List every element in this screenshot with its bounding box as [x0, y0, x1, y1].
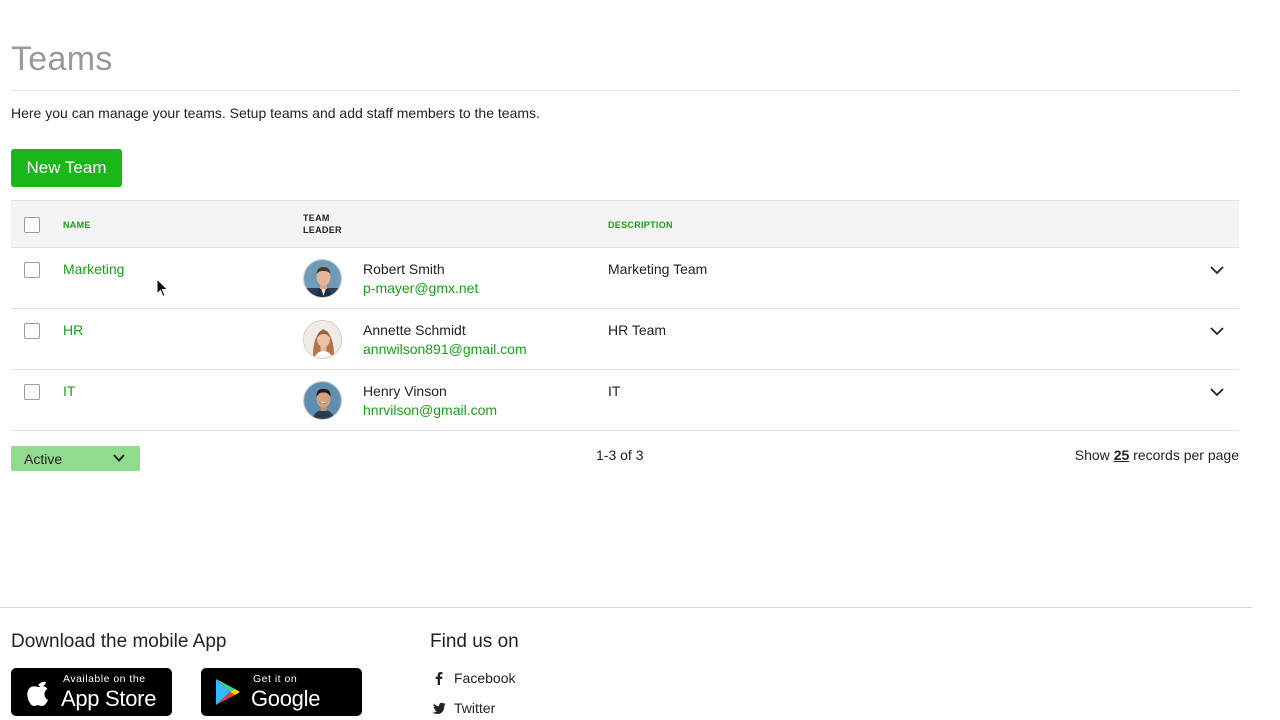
google-play-badge[interactable]: Get it on Google Play — [201, 668, 362, 720]
column-header-team-leader[interactable]: TEAM LEADER — [303, 212, 342, 236]
apple-icon — [23, 676, 53, 708]
select-all-checkbox[interactable] — [24, 217, 40, 233]
facebook-icon — [432, 671, 446, 685]
team-leader-name: Robert Smith — [363, 261, 445, 277]
new-team-button[interactable]: New Team — [11, 149, 122, 187]
page-description: Here you can manage your teams. Setup te… — [11, 105, 540, 121]
teams-table: NAME TEAM LEADER DESCRIPTION Marketing R… — [11, 200, 1239, 431]
row-checkbox[interactable] — [24, 323, 40, 339]
social-heading: Find us on — [430, 631, 519, 652]
per-page-prefix: Show — [1074, 447, 1110, 463]
records-per-page: Show 25 records per page — [1075, 447, 1239, 463]
column-header-team-leader-line2: LEADER — [303, 225, 342, 235]
pagination-range: 1-3 of 3 — [596, 447, 644, 463]
app-store-badge[interactable]: Available on the App Store — [11, 668, 172, 716]
twitter-icon — [432, 701, 446, 715]
team-leader-email[interactable]: p-mayer@gmx.net — [363, 280, 478, 296]
avatar — [303, 259, 342, 298]
per-page-suffix: records per page — [1133, 447, 1239, 463]
avatar — [303, 320, 342, 359]
mobile-app-heading: Download the mobile App — [11, 631, 227, 652]
twitter-link[interactable]: Twitter — [432, 700, 495, 716]
team-leader-name: Henry Vinson — [363, 383, 447, 399]
team-name-link[interactable]: IT — [63, 383, 75, 399]
team-leader-email[interactable]: hnrvilson@gmail.com — [363, 402, 497, 418]
team-description: Marketing Team — [608, 261, 708, 277]
table-row: HR Annette Schmidt annwilson891@gmail.co… — [11, 309, 1239, 370]
row-checkbox[interactable] — [24, 262, 40, 278]
table-row: IT Henry Vinson hnrvilson@gmail.com IT — [11, 370, 1239, 431]
title-divider — [11, 90, 1239, 91]
twitter-label: Twitter — [454, 700, 496, 716]
app-store-small-text: Available on the — [63, 673, 146, 685]
google-play-icon — [213, 676, 243, 708]
team-name-link[interactable]: Marketing — [63, 261, 124, 277]
column-header-name[interactable]: NAME — [63, 220, 91, 230]
status-filter-select[interactable]: Active — [11, 446, 140, 471]
team-leader-email[interactable]: annwilson891@gmail.com — [363, 341, 527, 357]
table-header: NAME TEAM LEADER DESCRIPTION — [11, 200, 1239, 248]
team-description: IT — [608, 383, 621, 399]
column-header-team-leader-line1: TEAM — [303, 213, 330, 223]
app-store-big-text: App Store — [61, 686, 157, 711]
table-row: Marketing Robert Smith p-mayer@gmx.net M… — [11, 248, 1239, 309]
google-play-small-text: Get it on — [253, 673, 298, 685]
chevron-down-icon[interactable] — [1207, 321, 1227, 341]
team-leader-name: Annette Schmidt — [363, 322, 466, 338]
column-header-description[interactable]: DESCRIPTION — [608, 220, 673, 230]
avatar — [303, 381, 342, 420]
status-filter-value: Active — [24, 451, 63, 467]
team-description: HR Team — [608, 322, 667, 338]
chevron-down-icon — [111, 450, 127, 466]
chevron-down-icon[interactable] — [1207, 260, 1227, 280]
footer-divider — [0, 607, 1252, 608]
row-checkbox[interactable] — [24, 384, 40, 400]
mouse-cursor — [156, 277, 170, 298]
facebook-link[interactable]: Facebook — [432, 670, 515, 686]
facebook-label: Facebook — [454, 670, 516, 686]
google-play-big-text: Google Play — [251, 686, 321, 720]
team-name-link[interactable]: HR — [63, 322, 83, 338]
page-title: Teams — [11, 40, 113, 78]
per-page-value[interactable]: 25 — [1114, 447, 1130, 463]
chevron-down-icon[interactable] — [1207, 382, 1227, 402]
